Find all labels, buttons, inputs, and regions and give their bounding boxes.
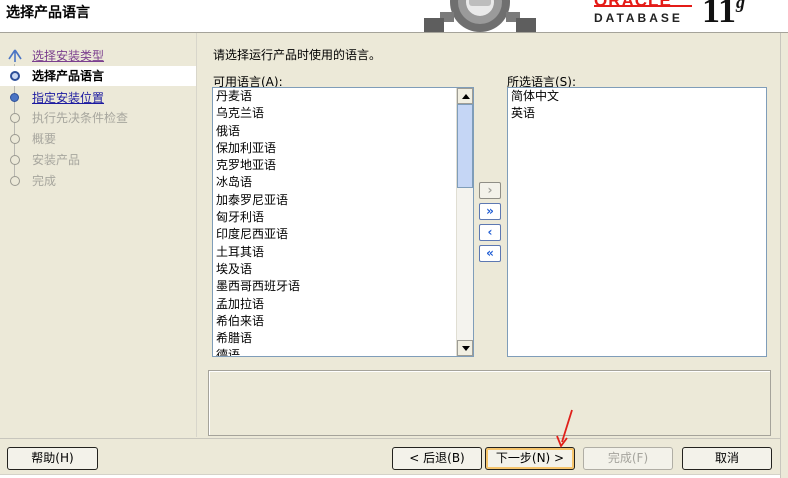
- window-edge: [780, 33, 788, 478]
- available-languages-items: 丹麦语 乌克兰语 俄语 保加利亚语 克罗地亚语 冰岛语 加泰罗尼亚语 匈牙利语 印度尼西亚语 土耳…: [213, 88, 473, 356]
- available-language-item[interactable]: 希腊语: [213, 330, 473, 347]
- step-disabled-icon: [10, 113, 20, 123]
- step-finish: 完成: [0, 171, 196, 191]
- current-step-icon: [10, 71, 20, 81]
- step-prerequisite-check: 执行先决条件检查: [0, 108, 196, 128]
- step-label: 指定安装位置: [32, 91, 105, 105]
- step-install-product: 安装产品: [0, 150, 196, 170]
- instruction-text: 请选择运行产品时使用的语言。: [213, 48, 382, 62]
- help-button[interactable]: 帮助(H): [7, 447, 98, 470]
- back-button[interactable]: < 后退(B): [392, 447, 482, 470]
- cancel-button[interactable]: 取消: [682, 447, 772, 470]
- gear-graphic-icon: [424, 0, 536, 32]
- step-label: 选择产品语言: [32, 69, 105, 83]
- finish-button: 完成(F): [583, 447, 673, 470]
- step-label: 概要: [32, 132, 57, 146]
- available-language-item[interactable]: 孟加拉语: [213, 296, 473, 313]
- selected-language-item[interactable]: 简体中文: [508, 88, 766, 105]
- available-language-item[interactable]: 墨西哥西班牙语: [213, 278, 473, 295]
- available-language-item[interactable]: 冰岛语: [213, 174, 473, 191]
- remove-all-button[interactable]: «: [479, 245, 501, 262]
- available-language-item[interactable]: 丹麦语: [213, 88, 473, 105]
- step-disabled-icon: [10, 155, 20, 165]
- bottom-strip: [0, 474, 780, 478]
- available-languages-list[interactable]: 丹麦语 乌克兰语 俄语 保加利亚语 克罗地亚语 冰岛语 加泰罗尼亚语 匈牙利语 印度尼西亚语 土耳…: [212, 87, 474, 357]
- next-button[interactable]: 下一步(N) >: [485, 447, 575, 470]
- version-number: 11: [702, 0, 737, 30]
- scroll-up-button[interactable]: [457, 88, 473, 104]
- step-label: 完成: [32, 174, 57, 188]
- step-done-icon: [8, 49, 22, 62]
- step-pending-icon: [10, 93, 19, 102]
- step-select-install-type[interactable]: 选择安装类型: [0, 46, 196, 66]
- step-label: 安装产品: [32, 153, 81, 167]
- arrow-down-icon: [462, 346, 470, 351]
- arrow-up-icon: [462, 94, 470, 99]
- step-select-product-language: 选择产品语言: [0, 66, 196, 86]
- oracle-logo-rule: [594, 5, 692, 7]
- selected-languages-list[interactable]: 简体中文 英语: [507, 87, 767, 357]
- available-language-item[interactable]: 俄语: [213, 123, 473, 140]
- description-panel: [208, 370, 771, 436]
- database-wordmark: DATABASE: [594, 11, 683, 25]
- remove-button[interactable]: ‹: [479, 224, 501, 241]
- step-disabled-icon: [10, 176, 20, 186]
- add-button: ›: [479, 182, 501, 199]
- available-language-item[interactable]: 乌克兰语: [213, 105, 473, 122]
- vertical-scrollbar[interactable]: [456, 88, 473, 356]
- available-language-item[interactable]: 德语: [213, 347, 473, 356]
- footer-divider: [0, 438, 780, 439]
- header-banner: 选择产品语言 ORACLE DATABASE 11 g: [0, 0, 788, 33]
- panel-divider: [196, 33, 197, 437]
- step-summary: 概要: [0, 129, 196, 149]
- available-language-item[interactable]: 希伯来语: [213, 313, 473, 330]
- available-language-item[interactable]: 土耳其语: [213, 244, 473, 261]
- step-label: 执行先决条件检查: [32, 111, 129, 125]
- add-all-button[interactable]: »: [479, 203, 501, 220]
- available-language-item[interactable]: 保加利亚语: [213, 140, 473, 157]
- step-label: 选择安装类型: [32, 49, 105, 63]
- step-navigation: 选择安装类型 选择产品语言 指定安装位置 执行先决条件检查 概要 安装产品 完成: [0, 46, 196, 196]
- step-disabled-icon: [10, 134, 20, 144]
- version-suffix: g: [736, 0, 745, 12]
- scroll-down-button[interactable]: [457, 340, 473, 356]
- step-specify-install-location[interactable]: 指定安装位置: [0, 88, 196, 108]
- available-language-item[interactable]: 埃及语: [213, 261, 473, 278]
- selected-language-item[interactable]: 英语: [508, 105, 766, 122]
- selected-languages-items: 简体中文 英语: [508, 88, 766, 123]
- available-language-item[interactable]: 克罗地亚语: [213, 157, 473, 174]
- scroll-thumb[interactable]: [457, 104, 473, 188]
- oracle-logo: ORACLE DATABASE 11 g: [594, 0, 784, 32]
- available-language-item[interactable]: 匈牙利语: [213, 209, 473, 226]
- annotation-arrow-icon: [556, 409, 573, 448]
- available-language-item[interactable]: 加泰罗尼亚语: [213, 192, 473, 209]
- page-title: 选择产品语言: [6, 5, 90, 21]
- available-language-item[interactable]: 印度尼西亚语: [213, 226, 473, 243]
